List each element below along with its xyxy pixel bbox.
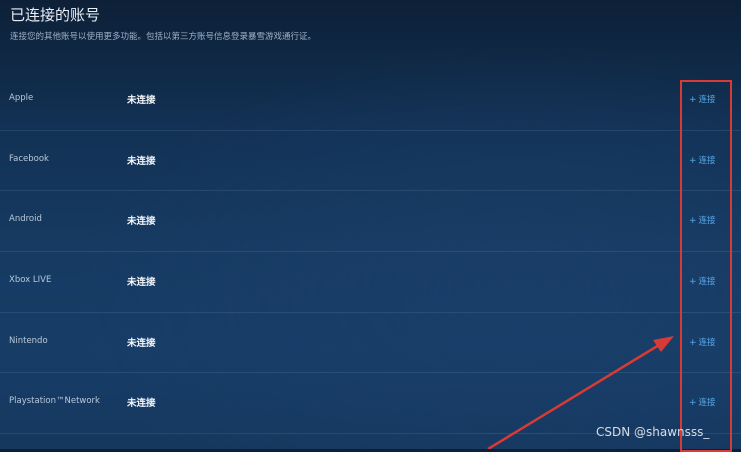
watermark: CSDN @shawnsss_: [596, 425, 710, 439]
annotation-arrow-icon: [487, 336, 674, 449]
